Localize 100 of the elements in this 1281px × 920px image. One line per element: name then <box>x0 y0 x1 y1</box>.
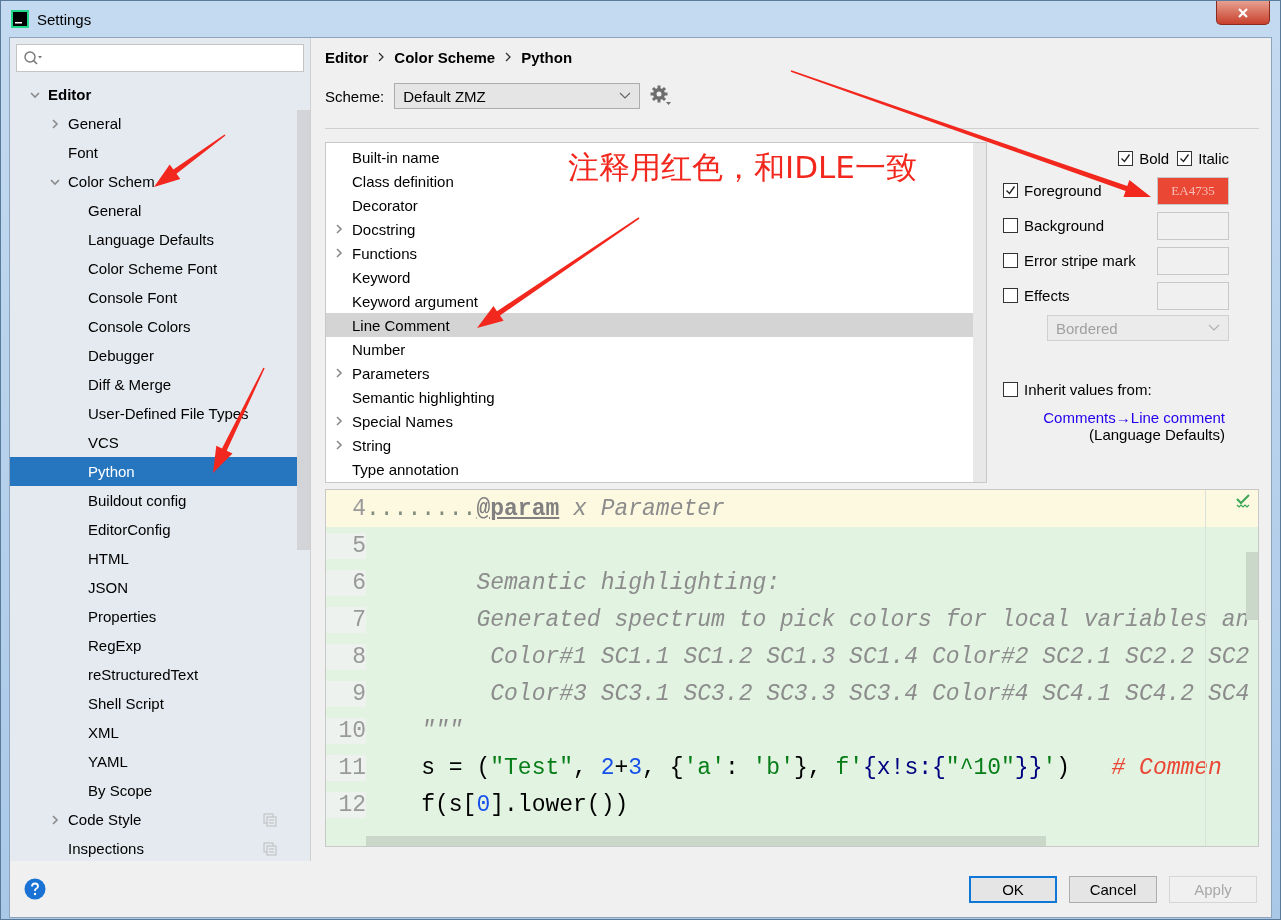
attribute-item[interactable]: Special Names <box>352 412 453 430</box>
tree-item-label: Language Defaults <box>88 231 214 248</box>
attribute-item[interactable]: String <box>352 436 392 454</box>
attribute-item[interactable]: Line Comment <box>326 313 973 337</box>
inherit-link[interactable]: Comments→Line comment <box>1043 409 1225 426</box>
color-swatch[interactable] <box>1157 211 1229 240</box>
code-token: Color#1 SC1.1 SC1.2 SC1.3 SC1.4 Color#2 SC2.1 SC2.2 SC2 <box>489 643 1250 670</box>
tree-item[interactable]: Diff & Merge <box>10 370 297 399</box>
scrollbar[interactable] <box>1246 552 1258 620</box>
tree-item[interactable]: YAML <box>10 747 297 776</box>
tree-item[interactable]: VCS <box>10 428 297 457</box>
tree-item[interactable]: Buildout config <box>10 486 297 515</box>
caret-icon <box>619 92 632 100</box>
attribute-item[interactable]: Keyword <box>352 268 411 286</box>
tree-item[interactable]: Color Schem <box>10 167 297 196</box>
scheme-label: Scheme: <box>325 87 385 105</box>
tree-item[interactable]: General <box>10 196 297 225</box>
checkbox[interactable] <box>1003 253 1018 268</box>
settings-icon[interactable] <box>650 85 673 107</box>
search-icon <box>23 50 43 66</box>
code-token: s = ( <box>420 754 491 781</box>
attribute-item[interactable]: Semantic highlighting <box>352 388 495 406</box>
breadcrumb-item[interactable]: Color Scheme <box>394 48 496 66</box>
attribute-item[interactable]: Parameters <box>352 364 430 382</box>
tree-item-label: Inspections <box>68 840 144 857</box>
line-number: 11 <box>326 754 366 781</box>
line-number: 7 <box>326 606 366 633</box>
checkbox[interactable] <box>1003 183 1018 198</box>
code-token: + <box>614 754 629 781</box>
tree-item[interactable]: Python <box>10 457 297 486</box>
tree-item-label: EditorConfig <box>88 521 171 538</box>
tree-item-label: Diff & Merge <box>88 376 172 393</box>
tree-item[interactable]: Console Colors <box>10 312 297 341</box>
checkbox-label: Error stripe mark <box>1024 252 1136 269</box>
attribute-item[interactable]: Number <box>352 340 406 358</box>
attribute-item[interactable]: Functions <box>352 244 418 262</box>
code-token: f' <box>835 754 863 781</box>
tree-item[interactable]: Debugger <box>10 341 297 370</box>
tree-item[interactable]: RegExp <box>10 631 297 660</box>
attribute-item[interactable]: Keyword argument <box>352 292 478 310</box>
ok-button[interactable]: OK <box>969 875 1057 903</box>
tree-item-label: VCS <box>88 434 119 451</box>
attribute-item[interactable]: Class definition <box>352 172 454 190</box>
inherit-note: (Language Defaults) <box>1089 426 1225 443</box>
annotation-arrow <box>154 134 226 187</box>
tree-item-label: Debugger <box>88 347 154 364</box>
attribute-item[interactable]: Built-in name <box>352 148 440 166</box>
color-swatch[interactable] <box>1157 281 1229 310</box>
tree-item[interactable]: Console Font <box>10 283 297 312</box>
tree-item[interactable]: Code Style <box>10 805 297 834</box>
checkbox[interactable] <box>1177 151 1193 166</box>
scheme-dropdown[interactable]: Default ZMZ <box>394 83 641 109</box>
checkbox[interactable] <box>1003 218 1018 233</box>
checkbox[interactable] <box>1003 382 1018 397</box>
tree-item[interactable]: JSON <box>10 573 297 602</box>
attribute-item[interactable]: Type annotation <box>352 460 459 478</box>
tree-item[interactable]: Inspections <box>10 834 297 863</box>
checkbox[interactable] <box>1118 151 1134 166</box>
scrollbar[interactable] <box>366 836 1046 846</box>
tree-item[interactable]: Language Defaults <box>10 225 297 254</box>
tree-item-label: Properties <box>88 608 157 625</box>
tree-item[interactable]: EditorConfig <box>10 515 297 544</box>
help-icon[interactable] <box>24 878 46 900</box>
breadcrumb-item[interactable]: Python <box>521 48 573 66</box>
code-token: 'b' <box>752 754 794 781</box>
attribute-item[interactable]: Decorator <box>352 196 418 214</box>
chevron-icon <box>505 52 512 62</box>
tree-item[interactable]: Color Scheme Font <box>10 254 297 283</box>
tree-item[interactable]: HTML <box>10 544 297 573</box>
dialog-button[interactable]: Cancel <box>1069 875 1157 903</box>
tree-item[interactable]: General <box>10 109 297 138</box>
tree-item[interactable]: reStructuredText <box>10 660 297 689</box>
color-swatch[interactable] <box>1157 246 1229 275</box>
code-token: {x!s:{ <box>863 754 946 781</box>
scrollbar[interactable] <box>297 110 310 550</box>
tree-item-label: Editor <box>48 86 92 103</box>
tree-item-label: Color Schem <box>68 173 155 190</box>
breadcrumb-item[interactable]: Editor <box>325 48 369 66</box>
code-token: , <box>573 754 588 781</box>
window-title: Settings <box>37 10 92 28</box>
tree-item[interactable]: XML <box>10 718 297 747</box>
code-token: "^10" <box>945 754 1015 781</box>
search-field[interactable] <box>16 44 304 72</box>
tree-item-label: General <box>68 115 122 132</box>
tree-item-label: By Scope <box>88 782 153 799</box>
tree-item[interactable]: By Scope <box>10 776 297 805</box>
code-token: : <box>724 754 740 781</box>
app-icon <box>11 10 29 28</box>
tree-item[interactable]: Shell Script <box>10 689 297 718</box>
scrollbar[interactable] <box>973 143 986 482</box>
tree-item-label: Color Scheme Font <box>88 260 218 277</box>
attribute-item[interactable]: Docstring <box>352 220 416 238</box>
code-token: , { <box>642 754 684 781</box>
close-button[interactable] <box>1216 1 1270 25</box>
tree-item[interactable]: Editor <box>10 80 297 109</box>
checkbox-label: Foreground <box>1024 182 1102 199</box>
code-token: """ <box>420 717 463 744</box>
tree-item[interactable]: Properties <box>10 602 297 631</box>
tree-item[interactable]: Font <box>10 138 297 167</box>
checkbox[interactable] <box>1003 288 1018 303</box>
